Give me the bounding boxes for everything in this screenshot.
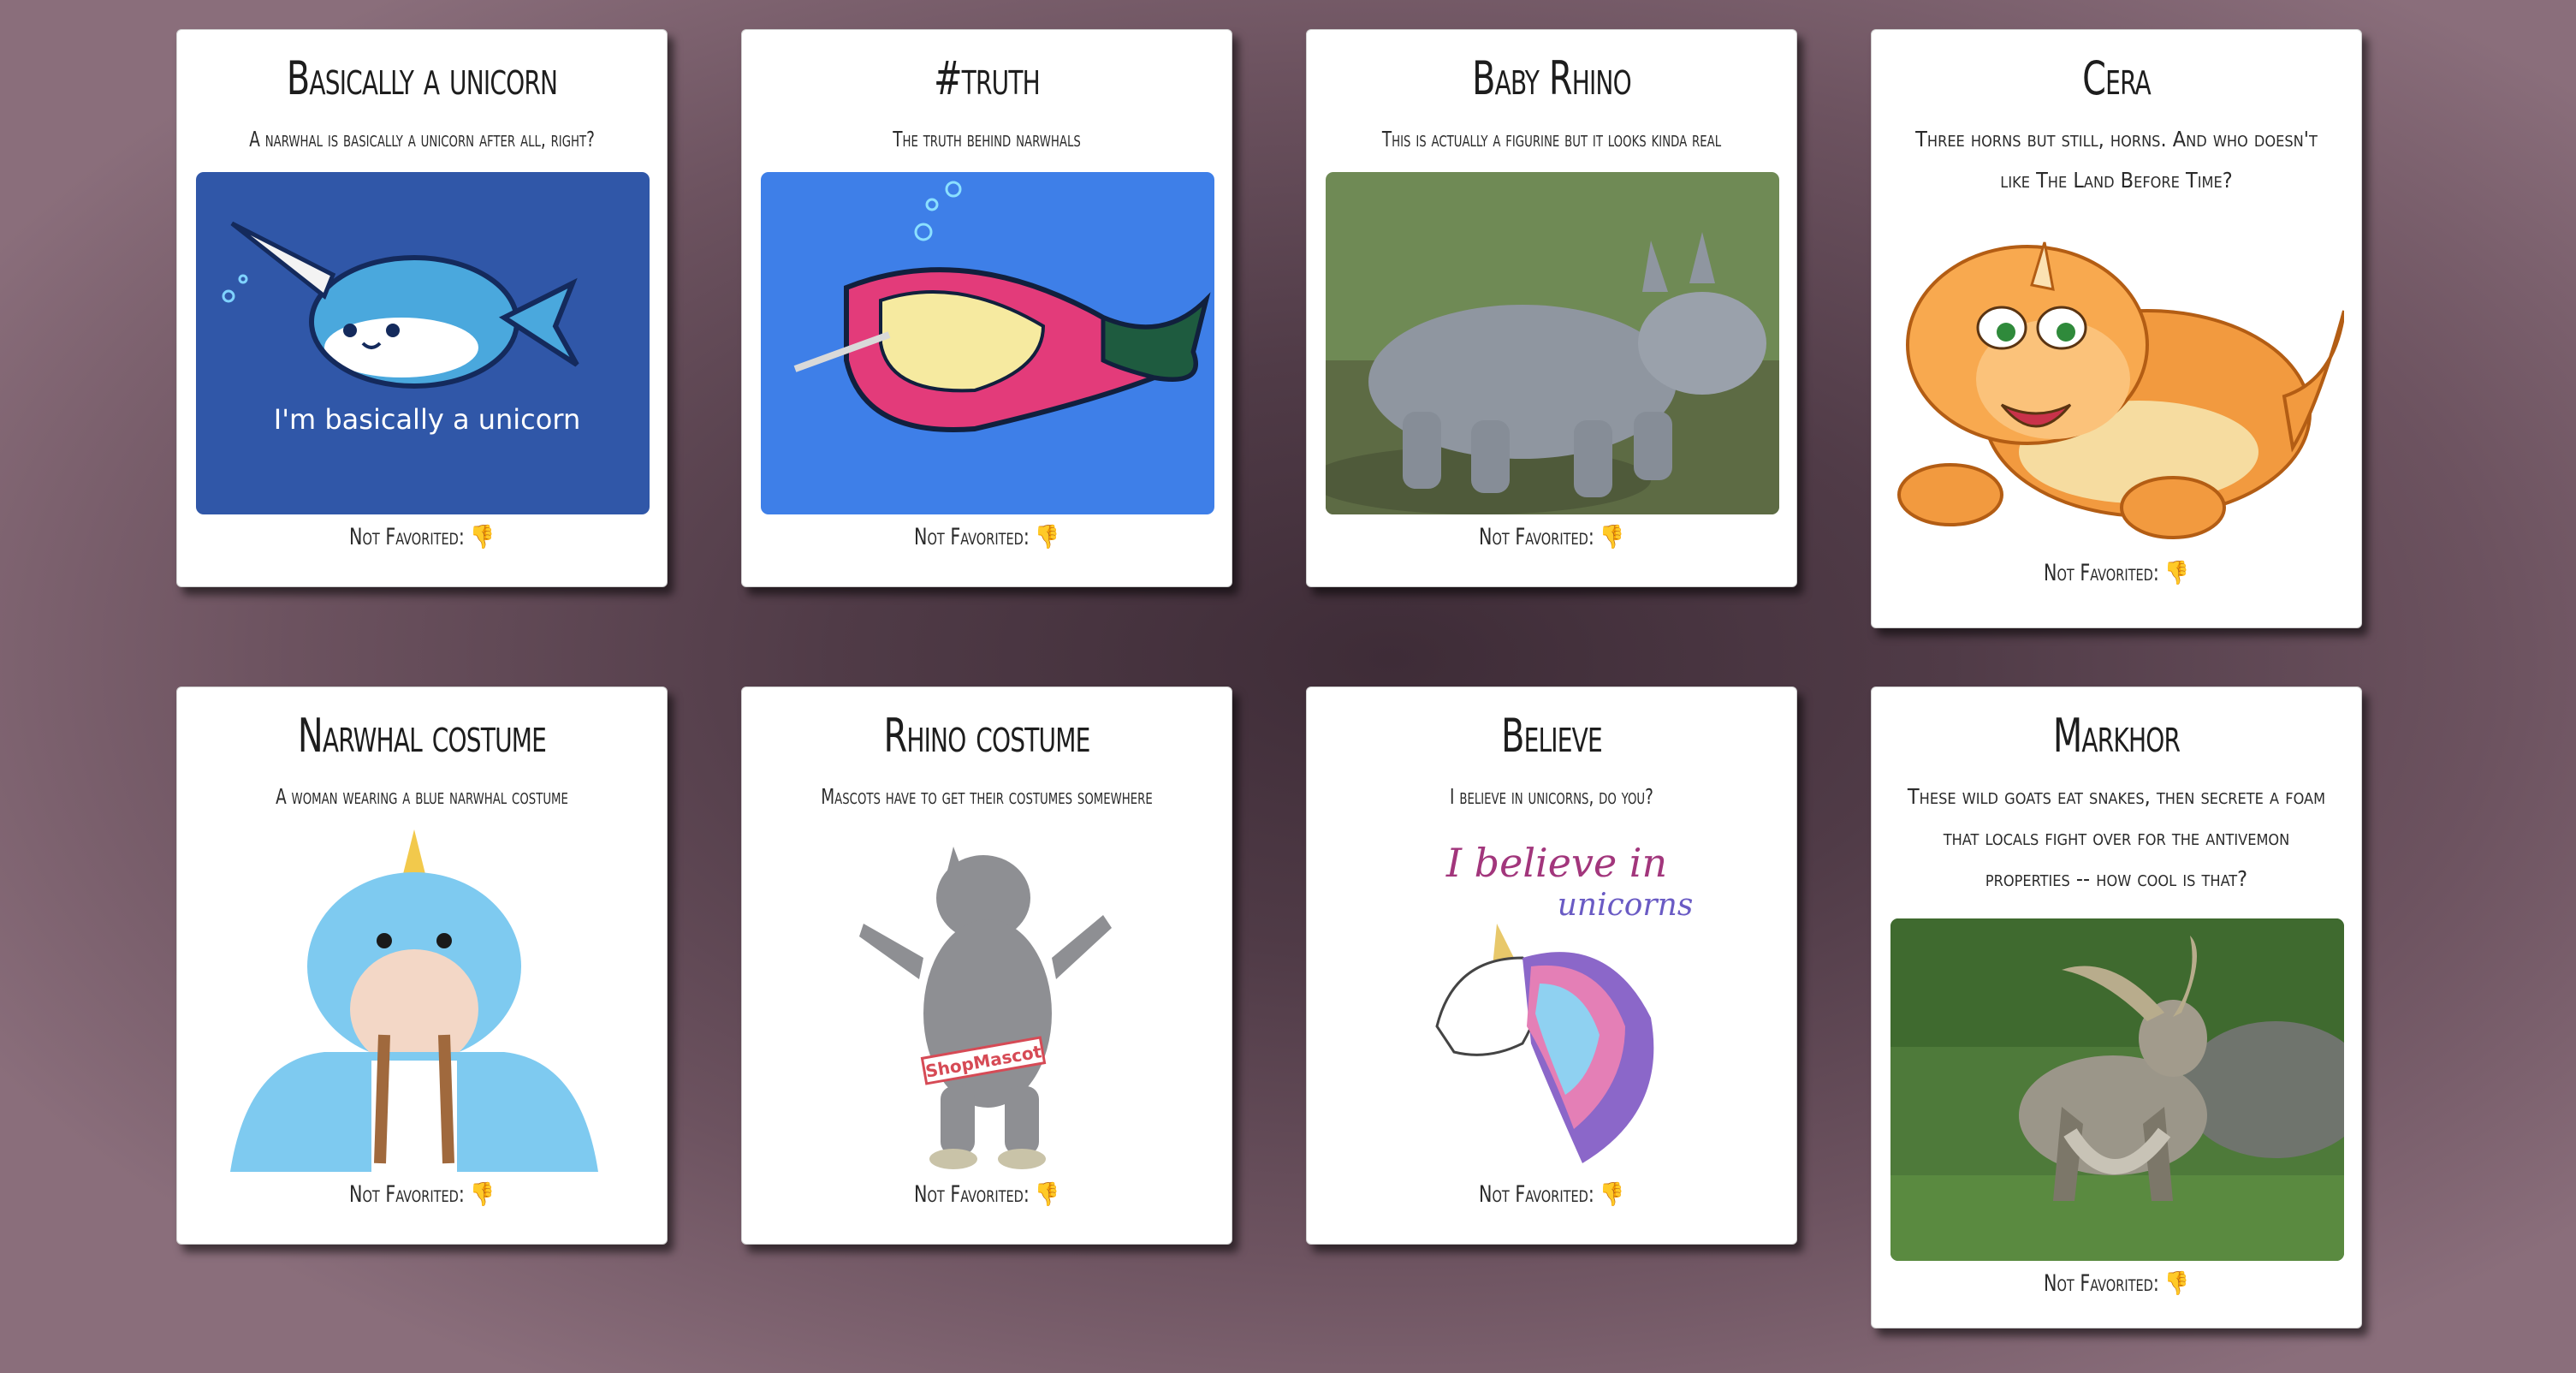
card-title: Baby Rhino bbox=[1472, 51, 1631, 105]
image-caption: I'm basically a unicorn bbox=[274, 403, 580, 436]
card-description: A woman wearing a blue narwhal costume bbox=[276, 784, 568, 809]
believe-text: I believe in bbox=[1445, 840, 1667, 886]
card-title: Rhino costume bbox=[883, 709, 1090, 763]
favorite-label: Not Favorited: bbox=[1479, 524, 1594, 550]
card-description: Three horns but still, horns. And who do… bbox=[1915, 127, 2318, 193]
card-rhino-costume: Rhino costume Mascots have to get their … bbox=[741, 686, 1232, 1245]
rhino-mascot-image: ShopMascot bbox=[761, 829, 1214, 1172]
narwhal-anatomy-image bbox=[761, 172, 1214, 514]
favorite-label: Not Favorited: bbox=[349, 524, 465, 550]
favorite-status[interactable]: Not Favorited: 👎 bbox=[795, 1172, 1179, 1218]
believe-unicorn-image: I believe in unicorns bbox=[1326, 829, 1779, 1172]
rhino-figurine-image bbox=[1326, 172, 1779, 514]
thumbs-down-icon[interactable]: 👎 bbox=[470, 514, 495, 561]
favorite-status[interactable]: Not Favorited: 👎 bbox=[1360, 514, 1744, 561]
card-cera: Cera Three horns but still, horns. And w… bbox=[1871, 29, 2362, 628]
favorite-label: Not Favorited: bbox=[1479, 1181, 1594, 1208]
card-title: Basically a unicorn bbox=[286, 51, 558, 105]
favorite-label: Not Favorited: bbox=[914, 524, 1030, 550]
favorite-status[interactable]: Not Favorited: 👎 bbox=[1925, 1261, 2309, 1307]
card-description: Mascots have to get their costumes somew… bbox=[821, 784, 1153, 809]
card-description: These wild goats eat snakes, then secret… bbox=[1907, 784, 2326, 891]
thumbs-down-icon[interactable]: 👎 bbox=[1600, 1172, 1624, 1218]
card-markhor: Markhor These wild goats eat snakes, the… bbox=[1871, 686, 2362, 1328]
card-title: Narwhal costume bbox=[297, 709, 547, 763]
thumbs-down-icon[interactable]: 👎 bbox=[1600, 514, 1624, 561]
card-truth: #truth The truth behind narwhals Not Fav… bbox=[741, 29, 1232, 587]
card-baby-rhino: Baby Rhino This is actually a figurine b… bbox=[1306, 29, 1797, 587]
favorite-status[interactable]: Not Favorited: 👎 bbox=[795, 514, 1179, 561]
card-description: I believe in unicorns, do you? bbox=[1450, 784, 1653, 809]
card-narwhal-costume: Narwhal costume A woman wearing a blue n… bbox=[176, 686, 668, 1245]
card-title: Cera bbox=[2082, 51, 2151, 105]
card-title: Believe bbox=[1501, 709, 1603, 763]
markhor-goat-image bbox=[1890, 918, 2344, 1261]
thumbs-down-icon[interactable]: 👎 bbox=[1035, 514, 1059, 561]
thumbs-down-icon[interactable]: 👎 bbox=[1035, 1172, 1059, 1218]
favorite-status[interactable]: Not Favorited: 👎 bbox=[1360, 1172, 1744, 1218]
favorite-status[interactable]: Not Favorited: 👎 bbox=[230, 1172, 614, 1218]
thumbs-down-icon[interactable]: 👎 bbox=[2164, 1261, 2189, 1307]
card-description: This is actually a figurine but it looks… bbox=[1381, 127, 1722, 152]
card-title: #truth bbox=[934, 51, 1041, 105]
favorite-label: Not Favorited: bbox=[2044, 1270, 2159, 1297]
favorite-status[interactable]: Not Favorited: 👎 bbox=[230, 514, 614, 561]
favorite-label: Not Favorited: bbox=[2044, 560, 2159, 586]
card-believe: Believe I believe in unicorns, do you? I… bbox=[1306, 686, 1797, 1245]
card-title: Markhor bbox=[2052, 709, 2181, 763]
card-description: A narwhal is basically a unicorn after a… bbox=[249, 127, 595, 152]
narwhal-costume-image bbox=[196, 829, 650, 1172]
thumbs-down-icon[interactable]: 👎 bbox=[470, 1172, 495, 1218]
card-basically-a-unicorn: Basically a unicorn A narwhal is basical… bbox=[176, 29, 668, 587]
cera-dinosaur-image bbox=[1890, 208, 2344, 550]
card-description: The truth behind narwhals bbox=[893, 127, 1081, 152]
favorite-label: Not Favorited: bbox=[349, 1181, 465, 1208]
favorite-status[interactable]: Not Favorited: 👎 bbox=[1925, 550, 2309, 597]
narwhal-cartoon-image: I'm basically a unicorn bbox=[196, 172, 650, 514]
unicorns-text: unicorns bbox=[1558, 888, 1694, 923]
favorite-label: Not Favorited: bbox=[914, 1181, 1030, 1208]
thumbs-down-icon[interactable]: 👎 bbox=[2164, 550, 2189, 597]
